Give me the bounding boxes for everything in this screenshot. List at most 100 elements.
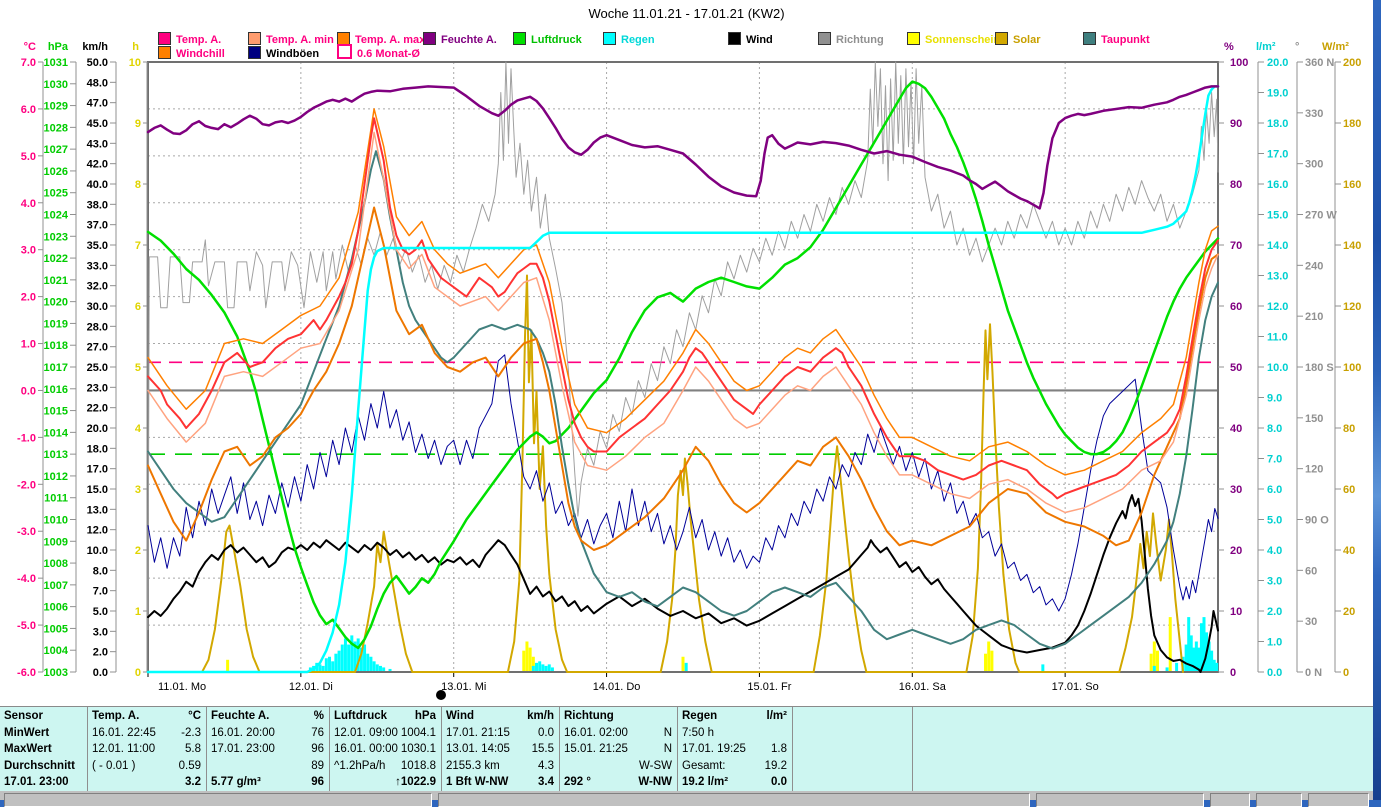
- hpa-tick-label: 1006: [44, 602, 68, 614]
- percent-tick-label: 100: [1230, 57, 1248, 69]
- direction-tick-label: 210: [1305, 311, 1323, 323]
- sun-hours-tick-label: 6: [135, 301, 141, 313]
- hpa-tick-label: 1018: [44, 340, 68, 352]
- kmh-tick-label: 23.0: [87, 382, 108, 394]
- day-label: 15.01. Fr: [747, 681, 791, 693]
- hpa-tick-label: 1026: [44, 166, 68, 178]
- table-row: 16.01. 02:00 N: [564, 726, 672, 739]
- kmh-tick-label: 2.0: [93, 647, 108, 659]
- watt-m2-tick-label: 100: [1343, 362, 1361, 374]
- watt-m2-tick-label: 180: [1343, 118, 1361, 130]
- liter-m2-tick-label: 8.0: [1267, 423, 1282, 435]
- table-row: ↑1022.9: [395, 776, 436, 789]
- celsius-tick-label: 2.0: [21, 292, 36, 304]
- table-header-row: Regen l/m²: [682, 710, 787, 722]
- legend-label: Richtung: [836, 34, 884, 46]
- kmh-tick-label: 45.0: [87, 118, 108, 130]
- sun-hours-tick-label: 3: [135, 484, 141, 496]
- liter-m2-tick-label: 1.0: [1267, 637, 1282, 649]
- watt-m2-tick-label: 0: [1343, 667, 1349, 679]
- legend-item-temp-a-max: Temp. A. max: [337, 30, 425, 46]
- liter-m2-tick-label: 2.0: [1267, 606, 1282, 618]
- table-row: 15.01. 21:25 N: [564, 743, 672, 756]
- direction-tick-label: 180 S: [1305, 362, 1334, 374]
- direction-tick-label: 150: [1305, 413, 1323, 425]
- legend-item-0-6-monat-: 0.6 Monat-Ø: [337, 44, 420, 60]
- table-row: 16.01. 20:00 76: [211, 726, 324, 739]
- legend-swatch-icon: [907, 32, 920, 45]
- liter-m2-tick-label: 9.0: [1267, 393, 1282, 405]
- status-bar-segment: [1308, 793, 1369, 807]
- liter-m2-tick-label: 5.0: [1267, 515, 1282, 527]
- celsius-tick-label: 0.0: [21, 385, 36, 397]
- liter-m2-tick-label: 16.0: [1267, 179, 1288, 191]
- kmh-tick-label: 32.0: [87, 281, 108, 293]
- kmh-tick-label: 8.0: [93, 565, 108, 577]
- sun-hours-tick-label: 10: [129, 57, 141, 69]
- percent-tick-label: 90: [1230, 118, 1242, 130]
- watt-m2-tick-label: 80: [1343, 423, 1355, 435]
- legend-item-temp-a-: Temp. A.: [158, 30, 221, 46]
- table-row: 5.77 g/m³ 96: [211, 776, 324, 789]
- table-row: 12.01. 09:00 1004.1: [334, 726, 436, 739]
- kmh-tick-label: 37.0: [87, 220, 108, 232]
- desktop: { "window": { "title": "Woche 11.01.21 -…: [0, 0, 1381, 807]
- legend-item-windchill: Windchill: [158, 44, 225, 60]
- kmh-tick-label: 20.0: [87, 423, 108, 435]
- hpa-tick-label: 1004: [44, 645, 69, 657]
- celsius-tick-label: 3.0: [21, 245, 36, 257]
- temp-max-line: [147, 108, 1219, 476]
- weather-chart: 7.0 6.0 5.0 4.0 3.0 2.0 1.0 0.0 -1.0 -2.0 -3.0 -4.0…: [17, 41, 1361, 700]
- table-row-label: Sensor: [4, 710, 43, 722]
- table-column: Feuchte A.% 16.01. 20:00 76 17.01. 23:00 96 8…: [207, 707, 330, 792]
- legend-swatch-icon: [158, 46, 171, 59]
- status-bar-segment: [1210, 793, 1250, 807]
- kmh-tick-label: 3.0: [93, 626, 108, 638]
- kmh-tick-label: 5.0: [93, 606, 108, 618]
- table-row-label: Durchschnitt: [4, 759, 75, 772]
- celsius-tick-label: 5.0: [21, 151, 36, 163]
- hpa-tick-label: 1021: [44, 275, 68, 287]
- direction-tick-label: 0 N: [1305, 667, 1322, 679]
- status-bar-segment: [4, 793, 432, 807]
- table-row: 13.01. 14:05 15.5: [446, 743, 554, 756]
- liter-m2-tick-label: 0.0: [1267, 667, 1282, 679]
- status-bar: [0, 791, 1373, 807]
- legend-label: Taupunkt: [1101, 34, 1150, 46]
- legend-label: Windchill: [176, 48, 225, 60]
- day-label: 16.01. Sa: [899, 681, 947, 693]
- hpa-tick-label: 1015: [44, 406, 68, 418]
- watt-m2-tick-label: 140: [1343, 240, 1361, 252]
- legend-swatch-icon: [1083, 32, 1096, 45]
- hpa-tick-label: 1011: [44, 493, 68, 505]
- day-label: 11.01. Mo: [158, 681, 206, 693]
- percent-tick-label: 60: [1230, 301, 1242, 313]
- watt-m2-tick-label: 40: [1343, 545, 1355, 557]
- liter-m2-tick-label: 17.0: [1267, 149, 1288, 161]
- day-label: 17.01. So: [1052, 681, 1099, 693]
- kmh-tick-label: 22.0: [87, 403, 108, 415]
- status-bar-segment: [1036, 793, 1204, 807]
- status-bar-segment: [1256, 793, 1302, 807]
- legend-label: Windböen: [266, 48, 320, 60]
- table-row-label: MaxWert: [4, 743, 52, 756]
- celsius-tick-label: -4.0: [17, 573, 36, 585]
- celsius-tick-label: 1.0: [21, 339, 36, 351]
- legend-label: 0.6 Monat-Ø: [357, 48, 420, 60]
- legend-swatch-icon: [728, 32, 741, 45]
- table-row: 1 Bft W-NW 3.4: [446, 776, 554, 789]
- liter-m2-tick-label: 18.0: [1267, 118, 1288, 130]
- table-column: Sensor MinWert MaxWert Durchschnitt 17.01. 2…: [0, 707, 88, 792]
- table-row: 292 ° W-NW: [564, 776, 672, 789]
- kmh-tick-label: 28.0: [87, 321, 108, 333]
- hpa-tick-label: 1020: [44, 297, 68, 309]
- regen-summe-line: [146, 85, 1220, 674]
- kmh-tick-label: 7.0: [93, 586, 108, 598]
- hpa-tick-label: 1028: [44, 122, 68, 134]
- legend-item-solar: Solar: [995, 30, 1041, 46]
- legend-item-windb-en: Windböen: [248, 44, 319, 60]
- hpa-tick-label: 1019: [44, 318, 68, 330]
- sun-hours-tick-label: 9: [135, 118, 141, 130]
- hpa-tick-label: 1031: [44, 57, 68, 69]
- kmh-tick-label: 33.0: [87, 260, 108, 272]
